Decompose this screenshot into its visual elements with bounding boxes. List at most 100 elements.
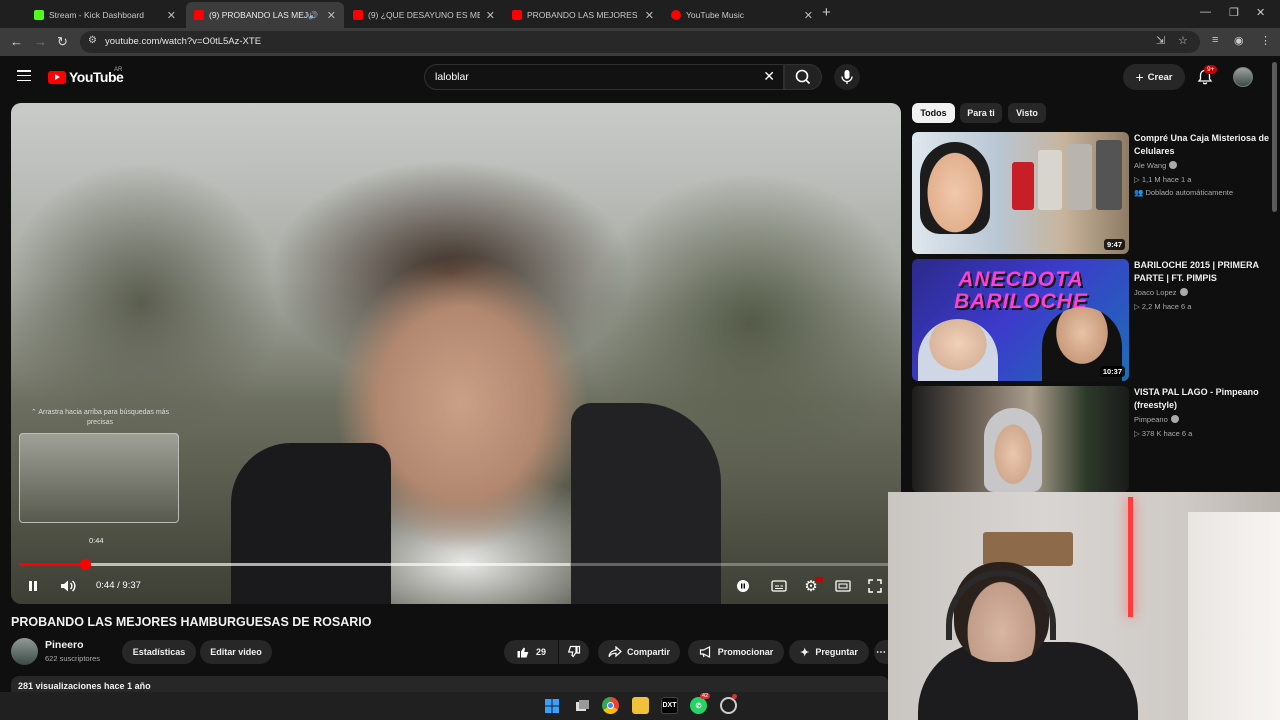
clear-search-icon[interactable]: ✕ bbox=[763, 68, 775, 85]
dislike-button[interactable] bbox=[559, 640, 589, 664]
tab-youtube-music[interactable]: YouTube Music ✕ bbox=[663, 2, 821, 28]
volume-button[interactable] bbox=[57, 576, 79, 596]
bookmark-star-icon[interactable]: ☆ bbox=[1178, 34, 1188, 47]
settings-button[interactable]: ⚙ bbox=[801, 576, 823, 596]
whatsapp-icon[interactable]: ✆ bbox=[690, 697, 707, 714]
video-thumbnail[interactable]: ANECDOTA BARILOCHE 10:37 bbox=[912, 259, 1129, 381]
fullscreen-button[interactable] bbox=[865, 576, 885, 596]
page-scrollbar[interactable] bbox=[1272, 62, 1277, 212]
youtube-header: YouTube AR laloblar ✕ + Crear 9+ bbox=[0, 56, 1280, 100]
steam-icon[interactable] bbox=[720, 697, 737, 714]
promote-button[interactable]: Promocionar bbox=[688, 640, 784, 664]
close-icon[interactable]: ✕ bbox=[327, 9, 336, 22]
stats-button[interactable]: Estadísticas bbox=[122, 640, 196, 664]
close-icon[interactable]: ✕ bbox=[645, 9, 654, 22]
search-icon bbox=[795, 69, 811, 85]
channel-name[interactable]: Pineero bbox=[45, 639, 84, 651]
media-control-icon[interactable]: ≡ bbox=[1212, 34, 1218, 46]
back-icon[interactable]: ← bbox=[10, 34, 23, 49]
speaker-icon[interactable]: 🔊 bbox=[308, 11, 318, 20]
recommendation-title[interactable]: VISTA PAL LAGO - Pimpeano (freestyle) bbox=[1134, 386, 1272, 412]
new-tab-button[interactable]: + bbox=[822, 4, 831, 21]
window-close-icon[interactable]: ✕ bbox=[1256, 6, 1265, 19]
hamburger-menu-icon[interactable] bbox=[17, 70, 31, 82]
account-avatar[interactable] bbox=[1233, 67, 1253, 87]
browser-menu-icon[interactable]: ⋮ bbox=[1260, 34, 1271, 47]
video-frame-detail bbox=[231, 443, 391, 604]
task-view-icon[interactable] bbox=[573, 697, 590, 714]
install-app-icon[interactable]: ⇲ bbox=[1156, 34, 1165, 47]
video-thumbnail[interactable]: 9:47 bbox=[912, 132, 1129, 254]
youtube-icon bbox=[512, 10, 522, 20]
subtitles-button[interactable] bbox=[769, 576, 789, 596]
video-title: PROBANDO LAS MEJORES HAMBURGUESAS DE ROS… bbox=[11, 615, 372, 629]
dubbed-icon: 👥 bbox=[1134, 188, 1144, 197]
dxt-app-icon[interactable]: DXT bbox=[661, 697, 678, 714]
tab-probando-active[interactable]: (9) PROBANDO LAS MEJORES 🔊 ✕ bbox=[186, 2, 344, 28]
verified-icon bbox=[1179, 288, 1188, 296]
verified-icon bbox=[1169, 161, 1178, 169]
video-duration: 9:47 bbox=[1103, 239, 1125, 250]
video-thumbnail[interactable] bbox=[912, 386, 1129, 492]
close-icon[interactable]: ✕ bbox=[804, 9, 813, 22]
search-button[interactable] bbox=[784, 64, 822, 90]
thumbnail-detail bbox=[920, 142, 990, 234]
kick-icon bbox=[34, 10, 44, 20]
chrome-icon[interactable] bbox=[602, 697, 619, 714]
restore-icon[interactable]: ❐ bbox=[1229, 6, 1239, 19]
views-and-date: 281 visualizaciones hace 1 año bbox=[18, 681, 151, 691]
video-duration: 10:37 bbox=[1099, 366, 1125, 377]
thumbnail-detail bbox=[918, 319, 998, 381]
youtube-logo[interactable]: YouTube bbox=[48, 69, 124, 85]
omnibox[interactable]: ⚙ youtube.com/watch?v=O0tL5Az-XTE bbox=[80, 31, 1200, 53]
sparkle-icon: ✦ bbox=[800, 646, 810, 659]
volume-icon bbox=[61, 580, 76, 592]
progress-scrubber-handle[interactable] bbox=[80, 559, 92, 570]
minimize-icon[interactable]: — bbox=[1200, 6, 1211, 18]
country-code: AR bbox=[114, 67, 123, 73]
close-icon[interactable]: ✕ bbox=[167, 9, 176, 22]
recommendation-item[interactable]: ANECDOTA BARILOCHE 10:37 BARILOCHE 2015 … bbox=[912, 259, 1272, 381]
site-info-icon[interactable]: ⚙ bbox=[88, 35, 97, 46]
forward-icon[interactable]: → bbox=[34, 34, 47, 49]
autoplay-toggle[interactable] bbox=[733, 576, 753, 596]
chip-visto[interactable]: Visto bbox=[1008, 103, 1046, 123]
video-player[interactable]: ⌃ Arrastra hacia arriba para búsquedas m… bbox=[11, 103, 901, 604]
hd-badge-icon bbox=[815, 577, 823, 582]
tab-que-desayuno[interactable]: (9) ¿QUE DESAYUNO ES MEJOR ✕ bbox=[345, 2, 503, 28]
file-explorer-icon[interactable] bbox=[632, 697, 649, 714]
share-button[interactable]: Compartir bbox=[598, 640, 680, 664]
whatsapp-badge: 42 bbox=[700, 693, 711, 699]
chip-todos[interactable]: Todos bbox=[912, 103, 955, 123]
time-display: 0:44 / 9:37 bbox=[96, 580, 141, 591]
reload-icon[interactable]: ↻ bbox=[57, 34, 68, 50]
like-button[interactable]: 29 bbox=[504, 640, 558, 664]
tab-kick-dashboard[interactable]: Stream - Kick Dashboard ✕ bbox=[26, 2, 184, 28]
voice-search-button[interactable] bbox=[834, 64, 860, 90]
tab-probando-hamburguesas[interactable]: PROBANDO LAS MEJORES HAMBURGUESAS ✕ bbox=[504, 2, 662, 28]
windows-start-icon[interactable] bbox=[543, 697, 560, 714]
thumbnail-detail bbox=[1012, 162, 1034, 210]
recommendation-item[interactable]: 9:47 Compré Una Caja Misteriosa de Celul… bbox=[912, 132, 1272, 254]
recommendation-item[interactable]: VISTA PAL LAGO - Pimpeano (freestyle) Pi… bbox=[912, 386, 1272, 492]
share-icon bbox=[608, 646, 622, 658]
close-icon[interactable]: ✕ bbox=[486, 9, 495, 22]
search-query-text: laloblar bbox=[435, 71, 469, 83]
profile-icon[interactable]: ◉ bbox=[1234, 34, 1244, 47]
recommendation-title[interactable]: BARILOCHE 2015 | PRIMERA PARTE | FT. PIM… bbox=[1134, 259, 1272, 285]
recommendation-meta: ▷ 2,2 M hace 6 a bbox=[1134, 302, 1192, 311]
theater-mode-button[interactable] bbox=[833, 576, 853, 596]
youtube-play-logo-icon bbox=[48, 70, 66, 84]
more-actions-button[interactable]: ⋯ bbox=[874, 640, 888, 664]
recommendation-meta: ▷ 378 K hace 6 a bbox=[1134, 429, 1193, 438]
pause-button[interactable] bbox=[23, 576, 43, 596]
edit-video-button[interactable]: Editar video bbox=[200, 640, 272, 664]
chip-para-ti[interactable]: Para ti bbox=[960, 103, 1002, 123]
verified-icon bbox=[1170, 415, 1179, 423]
ask-button[interactable]: ✦ Preguntar bbox=[789, 640, 869, 664]
search-input[interactable]: laloblar ✕ bbox=[424, 64, 784, 90]
recommendation-title[interactable]: Compré Una Caja Misteriosa de Celulares bbox=[1134, 132, 1272, 158]
channel-avatar[interactable] bbox=[11, 638, 38, 665]
thumbnail-detail bbox=[1096, 140, 1122, 210]
create-button[interactable]: + Crear bbox=[1123, 64, 1185, 90]
